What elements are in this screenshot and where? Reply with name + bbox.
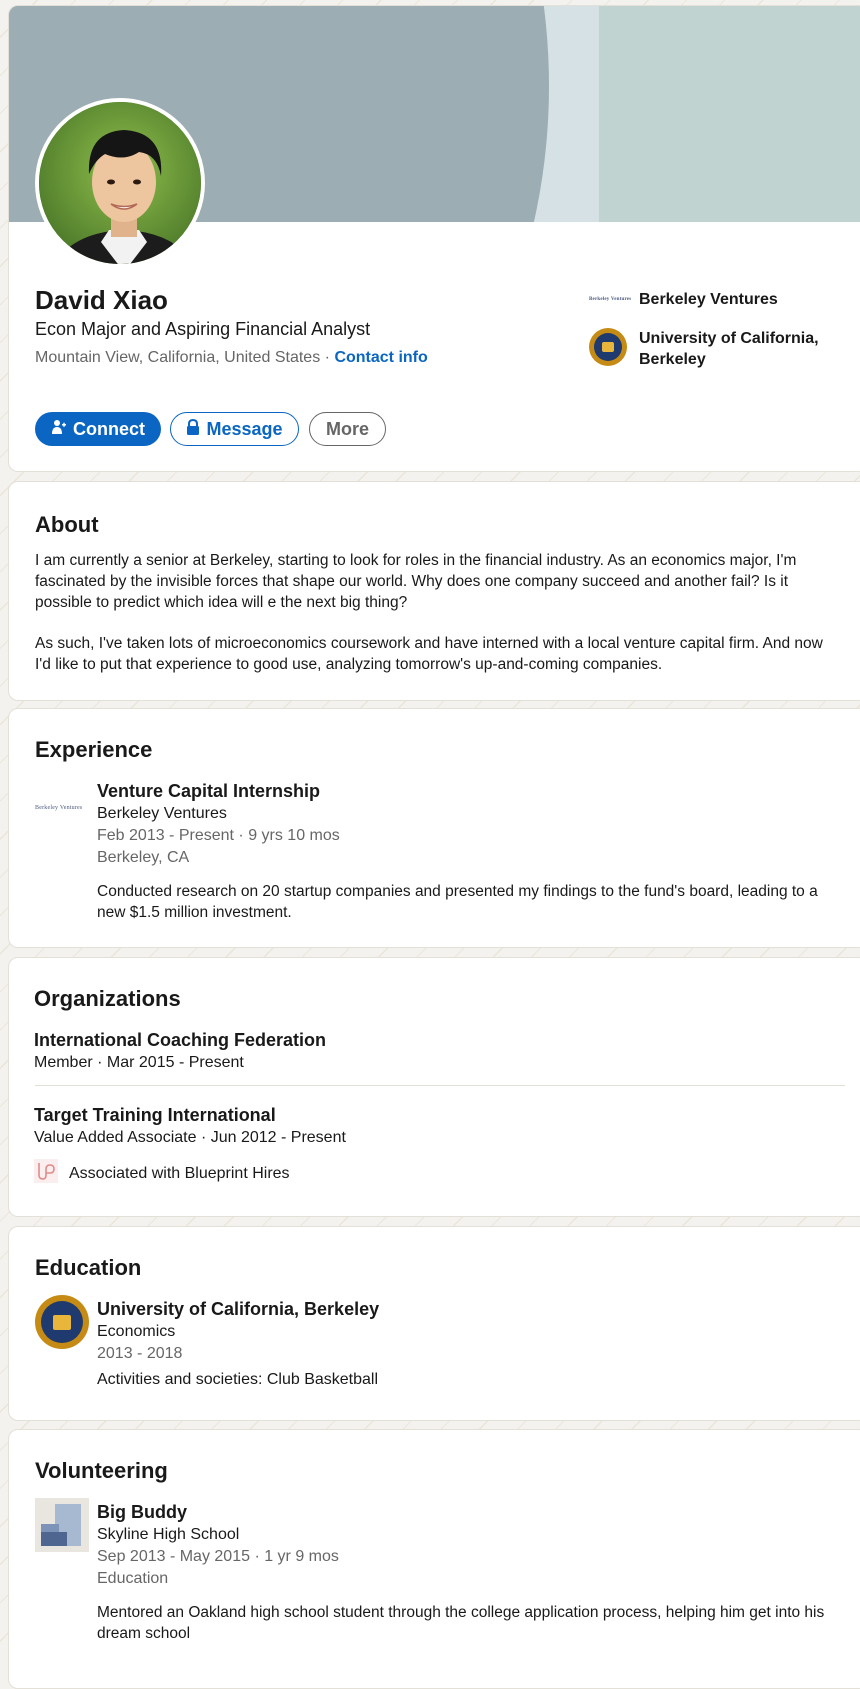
organization-name: Target Training International bbox=[34, 1105, 276, 1125]
experience-dates: Feb 2013 - Present · 9 yrs 10 mos bbox=[97, 827, 340, 844]
experience-role[interactable]: Venture Capital Internship bbox=[97, 779, 847, 803]
education-section: Education University of California, Berk… bbox=[8, 1226, 860, 1421]
side-school-name: University of California, Berkeley bbox=[639, 330, 819, 368]
volunteering-item: Big Buddy Skyline High School Sep 2013 -… bbox=[97, 1500, 847, 1644]
volunteering-section: Volunteering Big Buddy Skyline High Scho… bbox=[8, 1429, 860, 1689]
profile-name: David Xiao bbox=[35, 285, 168, 315]
side-company-uc-berkeley[interactable]: University of California, Berkeley bbox=[589, 328, 829, 370]
education-dates: 2013 - 2018 bbox=[97, 1345, 183, 1362]
organization-detail: Value Added Associate · Jun 2012 - Prese… bbox=[34, 1129, 346, 1146]
volunteering-cause: Education bbox=[97, 1570, 169, 1587]
profile-headline: Econ Major and Aspiring Financial Analys… bbox=[35, 319, 371, 339]
about-title: About bbox=[35, 512, 99, 537]
berkeley-ventures-logo: Berkeley Ventures bbox=[35, 805, 83, 811]
experience-section: Experience Berkeley Ventures Venture Cap… bbox=[8, 708, 860, 948]
message-button[interactable]: Message bbox=[170, 412, 299, 446]
connect-label: Connect bbox=[73, 418, 145, 439]
organizations-section: Organizations International Coaching Fed… bbox=[8, 957, 860, 1217]
add-person-icon bbox=[51, 419, 67, 440]
experience-title: Experience bbox=[35, 737, 153, 762]
education-field: Economics bbox=[97, 1323, 176, 1340]
message-label: Message bbox=[206, 418, 283, 439]
volunteering-description: Mentored an Oakland high school student … bbox=[97, 1604, 825, 1642]
volunteering-title: Volunteering bbox=[35, 1458, 168, 1483]
profile-location-line: Mountain View, California, United States… bbox=[35, 349, 428, 367]
education-activities: Activities and societies: Club Basketbal… bbox=[97, 1371, 379, 1388]
berkeley-ventures-logo: Berkeley Ventures bbox=[589, 297, 632, 302]
connect-button[interactable]: Connect bbox=[35, 412, 161, 446]
contact-info-link[interactable]: Contact info bbox=[334, 349, 427, 366]
organization-name: International Coaching Federation bbox=[34, 1030, 327, 1050]
experience-company: Berkeley Ventures bbox=[97, 805, 227, 822]
about-paragraph: As such, I've taken lots of microeconomi… bbox=[35, 635, 823, 673]
uc-berkeley-seal-icon bbox=[589, 328, 627, 366]
education-item: University of California, Berkeley Econo… bbox=[97, 1297, 837, 1391]
volunteering-role: Big Buddy bbox=[97, 1502, 187, 1522]
education-title: Education bbox=[35, 1255, 142, 1280]
organization-detail: Member · Mar 2015 - Present bbox=[34, 1054, 244, 1071]
organization-divider bbox=[35, 1085, 845, 1086]
organization-item: International Coaching Federation Member… bbox=[34, 1028, 326, 1074]
volunteering-dates: Sep 2013 - May 2015 · 1 yr 9 mos bbox=[97, 1548, 339, 1565]
experience-description: Conducted research on 20 startup compani… bbox=[97, 883, 818, 921]
organizations-title: Organizations bbox=[34, 986, 181, 1011]
organization-associated[interactable]: Associated with Blueprint Hires bbox=[34, 1159, 346, 1188]
experience-location: Berkeley, CA bbox=[97, 849, 190, 866]
profile-location: Mountain View, California, United States bbox=[35, 349, 321, 366]
volunteering-org-logo-icon[interactable] bbox=[35, 1498, 89, 1557]
associated-text: Associated with Blueprint Hires bbox=[69, 1164, 290, 1182]
about-section: About I am currently a senior at Berkele… bbox=[8, 481, 860, 701]
experience-item: Venture Capital Internship Berkeley Vent… bbox=[97, 779, 847, 923]
about-paragraph: I am currently a senior at Berkeley, sta… bbox=[35, 552, 797, 611]
uc-berkeley-seal-icon[interactable] bbox=[35, 1295, 89, 1349]
blueprint-hires-logo-icon bbox=[34, 1159, 58, 1188]
location-separator: · bbox=[324, 349, 330, 366]
more-button[interactable]: More bbox=[309, 412, 386, 446]
education-school[interactable]: University of California, Berkeley bbox=[97, 1297, 837, 1321]
side-company-name: Berkeley Ventures bbox=[639, 291, 778, 308]
lock-icon bbox=[186, 418, 200, 440]
side-company-berkeley-ventures[interactable]: Berkeley Ventures Berkeley Ventures bbox=[589, 291, 778, 309]
organization-item: Target Training International Value Adde… bbox=[34, 1103, 346, 1188]
profile-top-card: David Xiao Econ Major and Aspiring Finan… bbox=[8, 5, 860, 472]
profile-avatar[interactable] bbox=[35, 98, 205, 268]
volunteering-org: Skyline High School bbox=[97, 1526, 240, 1543]
